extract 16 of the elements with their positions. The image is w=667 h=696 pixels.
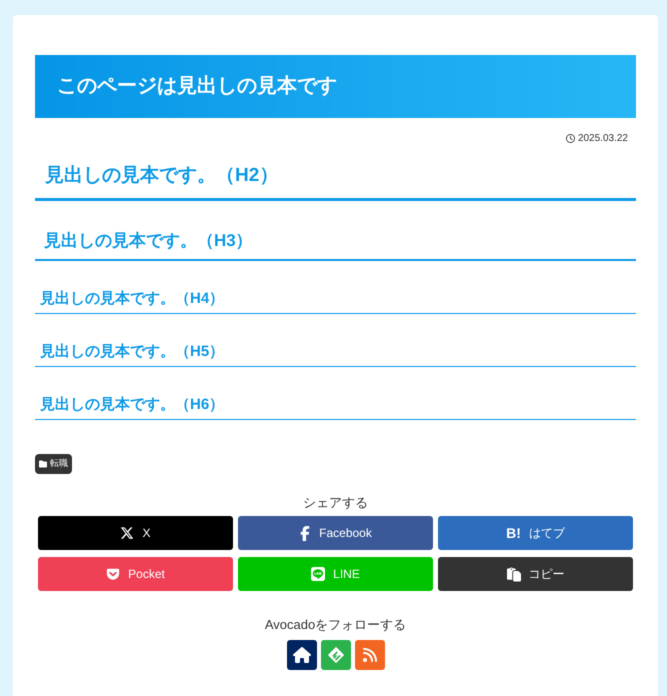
share-label: シェアする <box>302 494 369 512</box>
section-heading: 見出しの見本です。（H4） <box>35 285 636 314</box>
section-heading: 見出しの見本です。（H2） <box>35 160 636 201</box>
share-button[interactable]: コピー <box>438 557 633 591</box>
hatena-logo-icon: B! <box>506 526 521 540</box>
section-heading: 見出しの見本です。（H3） <box>35 225 636 261</box>
share-button[interactable]: B! はてブ <box>438 516 633 550</box>
section-heading: 見出しの見本です。（H5） <box>35 338 636 367</box>
follow-label: Avocadoをフォローする <box>264 616 408 634</box>
share-button[interactable]: Pocket <box>38 557 233 591</box>
share-button[interactable]: X <box>38 516 233 550</box>
category-tag[interactable]: 転職 <box>35 454 72 474</box>
share-button[interactable]: Facebook <box>238 516 433 550</box>
section-heading: 見出しの見本です。（H6） <box>35 391 636 420</box>
post-date: 2025.03.22 <box>566 131 628 146</box>
page-title: このページは見出しの見本です <box>35 55 636 118</box>
